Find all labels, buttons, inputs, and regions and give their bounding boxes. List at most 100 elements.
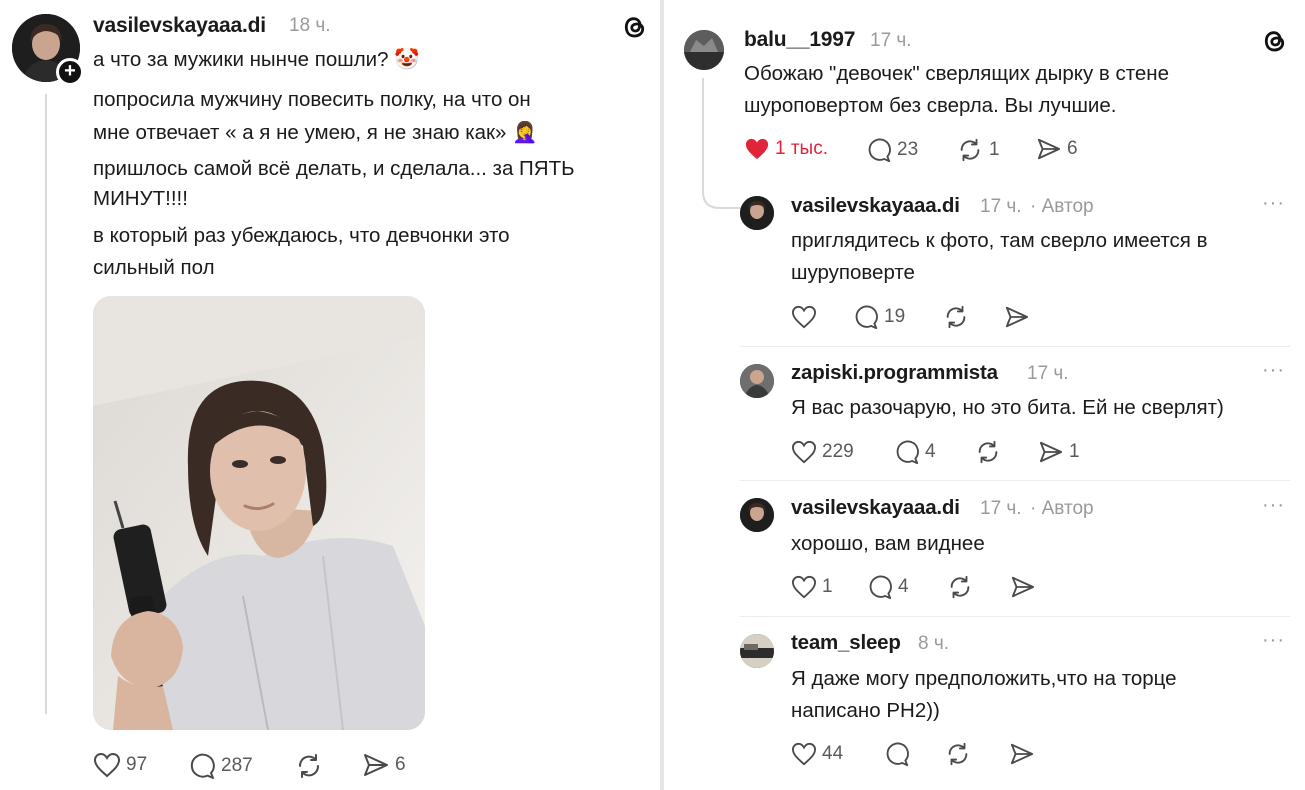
- reply-username[interactable]: balu__1997: [744, 28, 855, 52]
- comment-separator: [740, 480, 1290, 481]
- author-badge: · Автор: [1030, 498, 1094, 519]
- comment-like-button[interactable]: 1: [791, 575, 833, 599]
- post-text-line-6: в который раз убеждаюсь, что девчонки эт…: [93, 224, 510, 247]
- reply-comment-count: 23: [897, 139, 919, 160]
- repost-icon: [960, 138, 980, 162]
- reply-share-button[interactable]: 6: [1036, 137, 1078, 161]
- comment-like-button[interactable]: [791, 305, 817, 329]
- post-text-line-5: МИНУТ!!!!: [93, 187, 188, 210]
- comment-time: 17 ч.: [980, 498, 1022, 519]
- reply-repost-count: 1: [989, 139, 1000, 160]
- repost-icon: [948, 742, 968, 766]
- post-comment-button[interactable]: 287: [188, 752, 253, 780]
- comment-text-line: хорошо, вам виднее: [791, 532, 985, 555]
- reply-repost-button[interactable]: 1: [956, 137, 1000, 163]
- post-text-line-4: пришлось самой всё делать, и сделала... …: [93, 157, 575, 180]
- reply-time: 17 ч.: [870, 30, 912, 51]
- comment-author-avatar[interactable]: [740, 196, 774, 230]
- send-icon: [1005, 306, 1029, 328]
- comment-icon: [869, 575, 892, 600]
- comment-reply-button[interactable]: 19: [853, 304, 905, 330]
- comment-repost-button[interactable]: [942, 304, 970, 330]
- comment-reply-count: 4: [898, 576, 909, 597]
- post-comment-count: 287: [221, 755, 253, 776]
- post-text-line-1: а что за мужики нынче пошли? 🤡: [93, 48, 420, 71]
- comment-repost-button[interactable]: [946, 574, 974, 600]
- comment-share-button[interactable]: 1: [1038, 440, 1080, 464]
- comment-like-button[interactable]: 229: [791, 440, 854, 464]
- comment-like-count: 1: [822, 576, 833, 597]
- repost-icon: [298, 754, 320, 778]
- reply-thread-connector: [702, 78, 742, 209]
- post-time: 18 ч.: [289, 15, 331, 36]
- comment-text-line: приглядитесь к фото, там сверло имеется …: [791, 229, 1208, 252]
- comment-username[interactable]: zapiski.programmista: [791, 361, 998, 385]
- post-share-button[interactable]: 6: [362, 752, 406, 778]
- comment-text-line: написано PH2)): [791, 699, 940, 722]
- comment-reply-button[interactable]: 4: [867, 574, 909, 600]
- reply-like-button[interactable]: 1 тыс.: [744, 137, 828, 161]
- comment-text-line: Я даже могу предположить,что на торце: [791, 667, 1177, 690]
- more-options-button[interactable]: ···: [1262, 494, 1285, 517]
- follow-plus-icon[interactable]: +: [56, 58, 84, 86]
- post-share-count: 6: [395, 754, 406, 775]
- more-options-button[interactable]: ···: [1262, 359, 1285, 382]
- post-thread-line: [45, 94, 47, 714]
- comment-reply-count: 4: [925, 441, 936, 462]
- post-username[interactable]: vasilevskayaaa.di: [93, 14, 266, 38]
- post-text-line-7: сильный пол: [93, 256, 215, 279]
- post-text-line-2: попросила мужчину повесить полку, на что…: [93, 88, 531, 111]
- more-options-button[interactable]: ···: [1262, 629, 1285, 652]
- comment-reply-count: 19: [884, 306, 906, 327]
- comment-like-count: 44: [822, 743, 844, 764]
- comment-reply-button[interactable]: 4: [894, 439, 936, 465]
- post-like-count: 97: [126, 754, 148, 775]
- threads-logo-icon: [620, 12, 650, 42]
- comment-share-count: 1: [1069, 441, 1080, 462]
- reply-comment-button[interactable]: 23: [866, 137, 918, 163]
- comment-like-count: 229: [822, 441, 854, 462]
- threads-logo-icon: [1260, 26, 1290, 56]
- original-post-panel: + vasilevskayaaa.di 18 ч. а что за мужик…: [0, 0, 660, 790]
- comment-username[interactable]: vasilevskayaaa.di: [791, 496, 960, 520]
- comment-text-line: шуруповерте: [791, 261, 915, 284]
- comment-separator: [740, 346, 1290, 347]
- post-like-button[interactable]: 97: [93, 752, 147, 778]
- post-photo[interactable]: [93, 296, 425, 730]
- comment-icon: [190, 753, 215, 779]
- comment-username[interactable]: team_sleep: [791, 631, 901, 655]
- post-repost-button[interactable]: [294, 752, 324, 780]
- comment-time: 17 ч.: [1027, 363, 1069, 384]
- reply-text-line-2: шуроповертом без сверла. Вы лучшие.: [744, 94, 1117, 117]
- comment-like-button[interactable]: 44: [791, 742, 843, 766]
- comment-repost-button[interactable]: [944, 741, 972, 767]
- comment-time: 8 ч.: [918, 633, 950, 654]
- heart-icon: [93, 752, 121, 778]
- reply-author-avatar[interactable]: [684, 30, 724, 70]
- repost-icon: [978, 440, 998, 464]
- reply-text-line-1: Обожаю "девочек" сверлящих дырку в стене: [744, 62, 1170, 85]
- comment-author-avatar[interactable]: [740, 364, 774, 398]
- heart-filled-icon: [745, 138, 769, 160]
- comment-repost-button[interactable]: [974, 439, 1002, 465]
- comment-icon: [896, 440, 919, 465]
- reply-share-count: 6: [1067, 138, 1078, 159]
- comment-icon: [886, 742, 909, 767]
- more-options-button[interactable]: ···: [1262, 192, 1285, 215]
- repost-icon: [946, 305, 966, 329]
- send-icon: [364, 754, 388, 776]
- comment-reply-button[interactable]: [884, 741, 910, 767]
- comment-share-button[interactable]: [1004, 305, 1030, 329]
- comment-icon: [868, 138, 891, 163]
- repost-icon: [950, 575, 970, 599]
- heart-icon: [791, 575, 817, 599]
- comment-icon: [855, 305, 878, 330]
- comment-time: 17 ч.: [980, 196, 1022, 217]
- comment-author-avatar[interactable]: [740, 634, 774, 668]
- comment-share-button[interactable]: [1009, 742, 1035, 766]
- send-icon: [1010, 743, 1034, 765]
- author-badge: · Автор: [1030, 196, 1094, 217]
- comment-username[interactable]: vasilevskayaaa.di: [791, 194, 960, 218]
- comment-share-button[interactable]: [1010, 575, 1036, 599]
- comment-author-avatar[interactable]: [740, 498, 774, 532]
